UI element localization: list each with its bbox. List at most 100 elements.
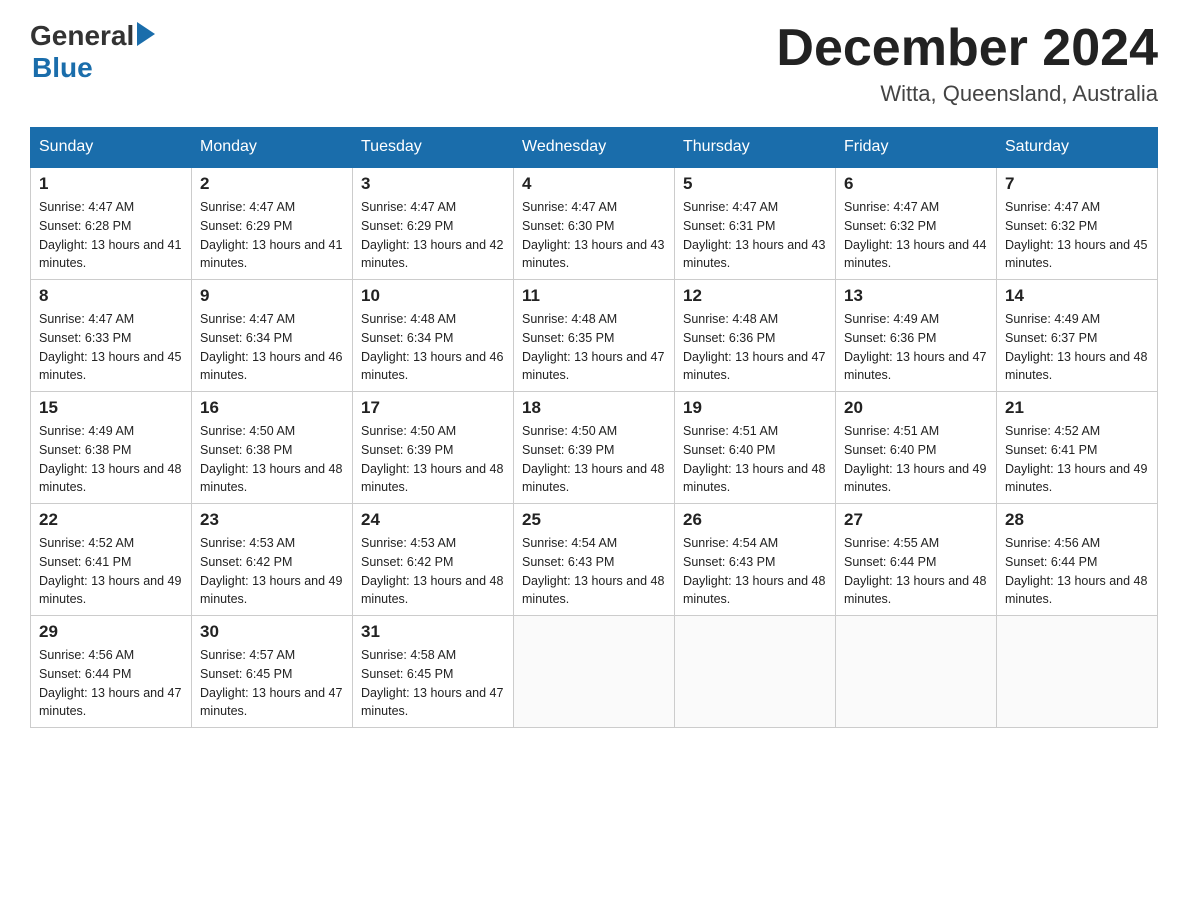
calendar-cell: 5Sunrise: 4:47 AMSunset: 6:31 PMDaylight…: [675, 167, 836, 280]
day-number: 15: [39, 398, 183, 418]
logo-general-text: General: [30, 20, 134, 52]
day-header-thursday: Thursday: [675, 128, 836, 168]
calendar-cell: 26Sunrise: 4:54 AMSunset: 6:43 PMDayligh…: [675, 504, 836, 616]
calendar-cell: 31 Sunrise: 4:58 AMSunset: 6:45 PMDayligh…: [353, 616, 514, 728]
day-header-saturday: Saturday: [997, 128, 1158, 168]
day-header-sunday: Sunday: [31, 128, 192, 168]
calendar-cell: 4 Sunrise: 4:47 AMSunset: 6:30 PMDaylight…: [514, 167, 675, 280]
calendar-cell: 21Sunrise: 4:52 AMSunset: 6:41 PMDayligh…: [997, 392, 1158, 504]
day-info: Sunrise: 4:47 AMSunset: 6:30 PMDaylight:…: [522, 198, 666, 273]
calendar-cell: 8 Sunrise: 4:47 AMSunset: 6:33 PMDaylight…: [31, 280, 192, 392]
day-info: Sunrise: 4:49 AMSunset: 6:38 PMDaylight:…: [39, 422, 183, 497]
title-block: December 2024 Witta, Queensland, Austral…: [776, 20, 1158, 107]
day-number: 28: [1005, 510, 1149, 530]
calendar-cell: 22 Sunrise: 4:52 AMSunset: 6:41 PMDayligh…: [31, 504, 192, 616]
day-info: Sunrise: 4:58 AMSunset: 6:45 PMDaylight:…: [361, 646, 505, 721]
day-header-wednesday: Wednesday: [514, 128, 675, 168]
day-info: Sunrise: 4:47 AMSunset: 6:28 PMDaylight:…: [39, 198, 183, 273]
calendar-cell: 30 Sunrise: 4:57 AMSunset: 6:45 PMDayligh…: [192, 616, 353, 728]
day-info: Sunrise: 4:49 AMSunset: 6:36 PMDaylight:…: [844, 310, 988, 385]
day-info: Sunrise: 4:47 AMSunset: 6:31 PMDaylight:…: [683, 198, 827, 273]
calendar-cell: 19 Sunrise: 4:51 AMSunset: 6:40 PMDayligh…: [675, 392, 836, 504]
logo: General Blue: [30, 20, 155, 84]
day-number: 2: [200, 174, 344, 194]
day-number: 19: [683, 398, 827, 418]
calendar-title: December 2024: [776, 20, 1158, 77]
day-info: Sunrise: 4:50 AMSunset: 6:39 PMDaylight:…: [522, 422, 666, 497]
day-number: 23: [200, 510, 344, 530]
day-header-tuesday: Tuesday: [353, 128, 514, 168]
day-number: 3: [361, 174, 505, 194]
day-info: Sunrise: 4:49 AMSunset: 6:37 PMDaylight:…: [1005, 310, 1149, 385]
day-number: 21: [1005, 398, 1149, 418]
day-info: Sunrise: 4:50 AMSunset: 6:39 PMDaylight:…: [361, 422, 505, 497]
day-number: 12: [683, 286, 827, 306]
calendar-cell: 16Sunrise: 4:50 AMSunset: 6:38 PMDayligh…: [192, 392, 353, 504]
day-info: Sunrise: 4:51 AMSunset: 6:40 PMDaylight:…: [683, 422, 827, 497]
day-number: 11: [522, 286, 666, 306]
calendar-cell: 12 Sunrise: 4:48 AMSunset: 6:36 PMDayligh…: [675, 280, 836, 392]
day-number: 31: [361, 622, 505, 642]
calendar-cell: 13Sunrise: 4:49 AMSunset: 6:36 PMDayligh…: [836, 280, 997, 392]
calendar-cell: 1 Sunrise: 4:47 AMSunset: 6:28 PMDaylight…: [31, 167, 192, 280]
day-number: 7: [1005, 174, 1149, 194]
day-info: Sunrise: 4:53 AMSunset: 6:42 PMDaylight:…: [361, 534, 505, 609]
day-info: Sunrise: 4:53 AMSunset: 6:42 PMDaylight:…: [200, 534, 344, 609]
day-number: 14: [1005, 286, 1149, 306]
day-number: 4: [522, 174, 666, 194]
calendar-cell: 25Sunrise: 4:54 AMSunset: 6:43 PMDayligh…: [514, 504, 675, 616]
day-number: 10: [361, 286, 505, 306]
calendar-cell: 14 Sunrise: 4:49 AMSunset: 6:37 PMDayligh…: [997, 280, 1158, 392]
day-info: Sunrise: 4:55 AMSunset: 6:44 PMDaylight:…: [844, 534, 988, 609]
day-info: Sunrise: 4:47 AMSunset: 6:33 PMDaylight:…: [39, 310, 183, 385]
day-info: Sunrise: 4:51 AMSunset: 6:40 PMDaylight:…: [844, 422, 988, 497]
calendar-cell: 29 Sunrise: 4:56 AMSunset: 6:44 PMDayligh…: [31, 616, 192, 728]
day-info: Sunrise: 4:56 AMSunset: 6:44 PMDaylight:…: [1005, 534, 1149, 609]
calendar-cell: 11 Sunrise: 4:48 AMSunset: 6:35 PMDayligh…: [514, 280, 675, 392]
calendar-cell: 23 Sunrise: 4:53 AMSunset: 6:42 PMDayligh…: [192, 504, 353, 616]
day-number: 22: [39, 510, 183, 530]
calendar-week-row: 1 Sunrise: 4:47 AMSunset: 6:28 PMDaylight…: [31, 167, 1158, 280]
day-number: 17: [361, 398, 505, 418]
calendar-header-row: SundayMondayTuesdayWednesdayThursdayFrid…: [31, 128, 1158, 168]
calendar-cell: 15 Sunrise: 4:49 AMSunset: 6:38 PMDayligh…: [31, 392, 192, 504]
logo-blue-text: Blue: [32, 52, 155, 84]
day-number: 1: [39, 174, 183, 194]
day-info: Sunrise: 4:48 AMSunset: 6:35 PMDaylight:…: [522, 310, 666, 385]
calendar-week-row: 8 Sunrise: 4:47 AMSunset: 6:33 PMDaylight…: [31, 280, 1158, 392]
calendar-cell: 9Sunrise: 4:47 AMSunset: 6:34 PMDaylight…: [192, 280, 353, 392]
day-header-monday: Monday: [192, 128, 353, 168]
day-info: Sunrise: 4:47 AMSunset: 6:29 PMDaylight:…: [200, 198, 344, 273]
calendar-cell: 27 Sunrise: 4:55 AMSunset: 6:44 PMDayligh…: [836, 504, 997, 616]
calendar-cell: [675, 616, 836, 728]
day-info: Sunrise: 4:57 AMSunset: 6:45 PMDaylight:…: [200, 646, 344, 721]
day-info: Sunrise: 4:48 AMSunset: 6:36 PMDaylight:…: [683, 310, 827, 385]
calendar-cell: 17 Sunrise: 4:50 AMSunset: 6:39 PMDayligh…: [353, 392, 514, 504]
page-header: General Blue December 2024 Witta, Queens…: [30, 20, 1158, 107]
day-info: Sunrise: 4:50 AMSunset: 6:38 PMDaylight:…: [200, 422, 344, 497]
day-number: 8: [39, 286, 183, 306]
day-header-friday: Friday: [836, 128, 997, 168]
calendar-cell: 18Sunrise: 4:50 AMSunset: 6:39 PMDayligh…: [514, 392, 675, 504]
day-number: 24: [361, 510, 505, 530]
calendar-cell: 10 Sunrise: 4:48 AMSunset: 6:34 PMDayligh…: [353, 280, 514, 392]
calendar-table: SundayMondayTuesdayWednesdayThursdayFrid…: [30, 127, 1158, 728]
day-info: Sunrise: 4:52 AMSunset: 6:41 PMDaylight:…: [39, 534, 183, 609]
calendar-cell: 6Sunrise: 4:47 AMSunset: 6:32 PMDaylight…: [836, 167, 997, 280]
day-info: Sunrise: 4:48 AMSunset: 6:34 PMDaylight:…: [361, 310, 505, 385]
logo-arrow-icon: [137, 22, 155, 46]
calendar-cell: 24 Sunrise: 4:53 AMSunset: 6:42 PMDayligh…: [353, 504, 514, 616]
calendar-cell: [514, 616, 675, 728]
calendar-cell: 28 Sunrise: 4:56 AMSunset: 6:44 PMDayligh…: [997, 504, 1158, 616]
calendar-cell: [997, 616, 1158, 728]
day-info: Sunrise: 4:47 AMSunset: 6:32 PMDaylight:…: [844, 198, 988, 273]
day-number: 30: [200, 622, 344, 642]
day-number: 27: [844, 510, 988, 530]
day-number: 29: [39, 622, 183, 642]
day-info: Sunrise: 4:47 AMSunset: 6:29 PMDaylight:…: [361, 198, 505, 273]
calendar-cell: 20Sunrise: 4:51 AMSunset: 6:40 PMDayligh…: [836, 392, 997, 504]
day-info: Sunrise: 4:56 AMSunset: 6:44 PMDaylight:…: [39, 646, 183, 721]
calendar-cell: 7Sunrise: 4:47 AMSunset: 6:32 PMDaylight…: [997, 167, 1158, 280]
calendar-cell: 2 Sunrise: 4:47 AMSunset: 6:29 PMDaylight…: [192, 167, 353, 280]
calendar-week-row: 29 Sunrise: 4:56 AMSunset: 6:44 PMDayligh…: [31, 616, 1158, 728]
